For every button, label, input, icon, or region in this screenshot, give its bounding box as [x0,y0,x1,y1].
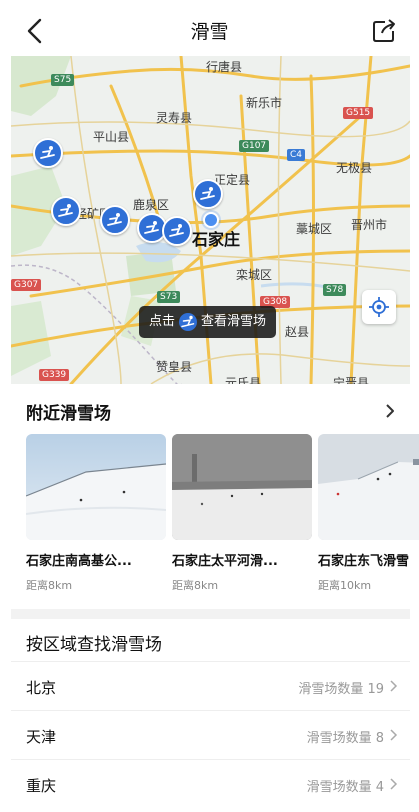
skier-icon [144,221,159,234]
resort-name: 石家庄东飞滑雪 [318,554,410,569]
nearby-title: 附近滑雪场 [26,404,111,424]
road-shield-g107: G107 [239,140,270,152]
map-label-jinzhou: 晋州市 [351,218,388,232]
map-label-shijiazhuang: 石家庄 [192,230,241,249]
resort-name: 石家庄太平河滑... [172,554,278,569]
map-view[interactable]: 行唐县 灵寿县 新乐市 平山县 正定县 无极县 鹿泉区 井陉矿区 石家庄 藁城区… [11,56,410,384]
road-shield-s73: S73 [157,291,181,303]
resort-distance: 距离10km [318,579,372,592]
map-label-pingshan: 平山县 [93,130,130,144]
region-name: 北京 [26,679,57,697]
region-row-chongqing[interactable]: 重庆 滑雪场数量 4 [11,759,410,809]
resort-photo [172,434,312,540]
resort-card[interactable]: 石家庄南高基公... 距离8km [26,434,166,593]
resort-distance: 距离8km [172,579,219,592]
road-shield-g515: G515 [343,107,374,119]
skier-icon [58,204,73,217]
tip-suffix: 查看滑雪场 [201,314,267,329]
resort-name: 石家庄南高基公... [26,554,132,569]
skier-icon [169,224,184,237]
region-count: 滑雪场数量 8 [306,731,384,746]
map-label-zanhuang: 赞皇县 [156,360,193,374]
section-divider [11,609,410,619]
resort-photo [318,434,419,540]
map-tip[interactable]: 点击 查看滑雪场 [139,306,277,338]
chevron-right-icon [390,680,398,692]
region-count: 滑雪场数量 4 [306,780,384,795]
skier-icon [107,213,122,226]
map-label-xinle: 新乐市 [246,96,283,110]
header: 滑雪 [0,0,419,58]
region-row-beijing[interactable]: 北京 滑雪场数量 19 [11,661,410,711]
map-label-luancheng: 栾城区 [236,268,273,282]
locate-button[interactable] [362,290,396,324]
resort-distance: 距离8km [26,579,73,592]
road-shield-g339: G339 [39,369,70,381]
map-label-wuji: 无极县 [336,161,373,175]
ski-resort-pin[interactable] [100,205,130,235]
ski-resort-pin[interactable] [33,138,63,168]
region-name: 重庆 [26,777,57,795]
ski-resort-pin[interactable] [162,216,192,246]
page-title: 滑雪 [190,21,229,43]
skier-icon [179,313,198,331]
ski-resort-pin[interactable] [51,196,81,226]
map-label-zhaoxian: 赵县 [285,325,310,339]
skier-icon [200,187,215,200]
road-shield-s75: S75 [51,74,75,86]
map-label-xingtang: 行唐县 [206,60,243,74]
current-location-dot [203,212,219,228]
nearby-cards: 石家庄南高基公... 距离8km 石家庄太平河滑... 距离8km 石家庄东飞滑… [26,434,419,594]
tip-prefix: 点击 [149,314,176,329]
chevron-right-icon[interactable] [385,404,395,418]
map-label-yuanshi: 元氏县 [225,376,262,384]
map-label-gaocheng: 藁城区 [296,222,333,236]
region-name: 天津 [26,728,57,746]
chevron-right-icon [390,729,398,741]
map-label-luquan: 鹿泉区 [133,198,170,212]
region-title: 按区域查找滑雪场 [26,635,162,655]
region-row-tianjin[interactable]: 天津 滑雪场数量 8 [11,710,410,760]
map-label-lingshou: 灵寿县 [156,111,193,125]
chevron-right-icon [390,778,398,790]
road-shield-s78: S78 [323,284,347,296]
road-shield-g307: G307 [11,279,42,291]
region-count: 滑雪场数量 19 [298,682,384,697]
skier-icon [40,146,55,159]
crosshair-icon [369,297,389,317]
ski-resort-pin[interactable] [193,179,223,209]
resort-card[interactable]: 石家庄东飞滑雪 距离10km [318,434,419,593]
share-icon[interactable] [371,18,397,44]
resort-photo [26,434,166,540]
resort-card[interactable]: 石家庄太平河滑... 距离8km [172,434,312,593]
map-label-ningjin: 宁晋县 [333,376,370,384]
road-shield-c4: C4 [287,149,306,161]
